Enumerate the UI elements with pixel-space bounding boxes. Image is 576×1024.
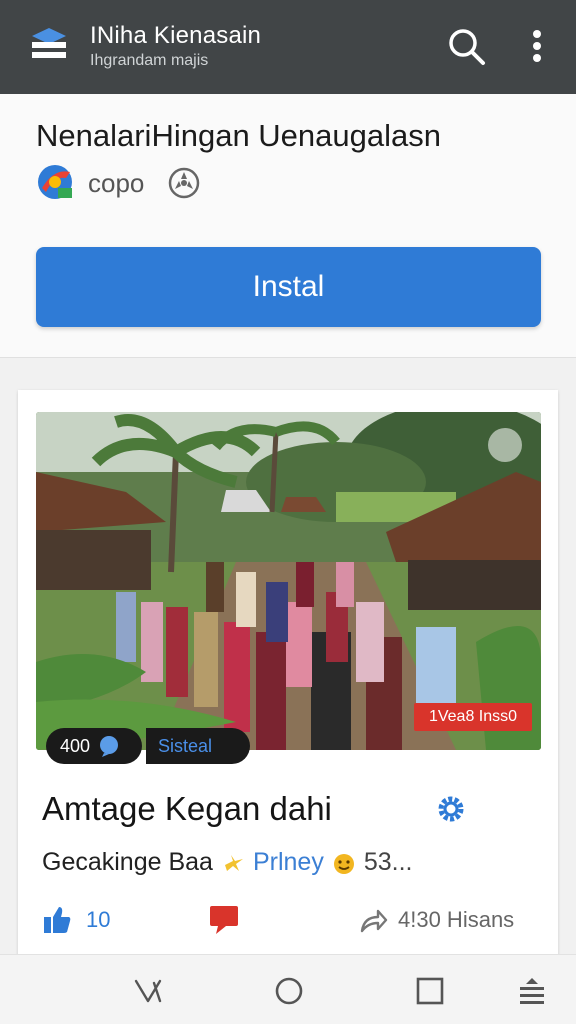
view-count-chip[interactable]: 400 — [46, 728, 142, 764]
like-button[interactable]: 10 — [42, 902, 110, 938]
page-title: NenalariHingan Uenaugalasn — [36, 118, 441, 153]
home-circle-icon[interactable] — [273, 975, 305, 1007]
meta-count: 53... — [363, 848, 413, 876]
meta-link[interactable]: Prlney — [253, 848, 324, 877]
more-vert-icon[interactable] — [524, 26, 550, 66]
meta-author: Gecakinge Baa — [42, 848, 213, 876]
status-badge: 1Vea8 Inss0 — [414, 703, 532, 731]
menu-icon[interactable] — [516, 975, 548, 1007]
chat-bubble-icon — [100, 736, 119, 757]
emoji-icon — [333, 853, 354, 874]
developer-name[interactable]: copo — [88, 168, 144, 199]
recents-square-icon[interactable] — [414, 975, 446, 1007]
verified-icon — [168, 167, 200, 199]
tag-chip[interactable]: Sisteal — [146, 728, 250, 764]
app-subtitle: Ihgrandam majis — [90, 52, 209, 69]
card-meta: Gecakinge Baa Prlney 53... — [42, 848, 412, 877]
system-nav-bar — [0, 954, 576, 1024]
village-gathering-photo[interactable] — [36, 412, 541, 750]
sparkle-icon — [224, 854, 243, 871]
install-button[interactable]: Instal — [36, 247, 541, 327]
app-bar: INiha Kienasain Ihgrandam majis — [0, 0, 576, 94]
view-count: 400 — [60, 735, 91, 756]
like-count: 10 — [86, 907, 111, 932]
share-button[interactable]: 4!30 Hisans — [358, 902, 514, 938]
search-icon[interactable] — [446, 26, 486, 66]
share-icon — [360, 909, 388, 933]
thumbs-up-icon — [44, 907, 71, 933]
app-badge-icon — [38, 165, 72, 199]
app-title: INiha Kienasain — [90, 22, 262, 49]
gear-icon[interactable] — [436, 794, 466, 824]
expand-icon[interactable] — [488, 428, 522, 462]
back-icon[interactable] — [132, 975, 164, 1007]
share-count: 4!30 Hisans — [398, 907, 515, 932]
stacked-layers-icon[interactable] — [30, 26, 68, 62]
comment-icon[interactable] — [208, 902, 240, 936]
card-title[interactable]: Amtage Kegan dahi — [42, 790, 332, 828]
